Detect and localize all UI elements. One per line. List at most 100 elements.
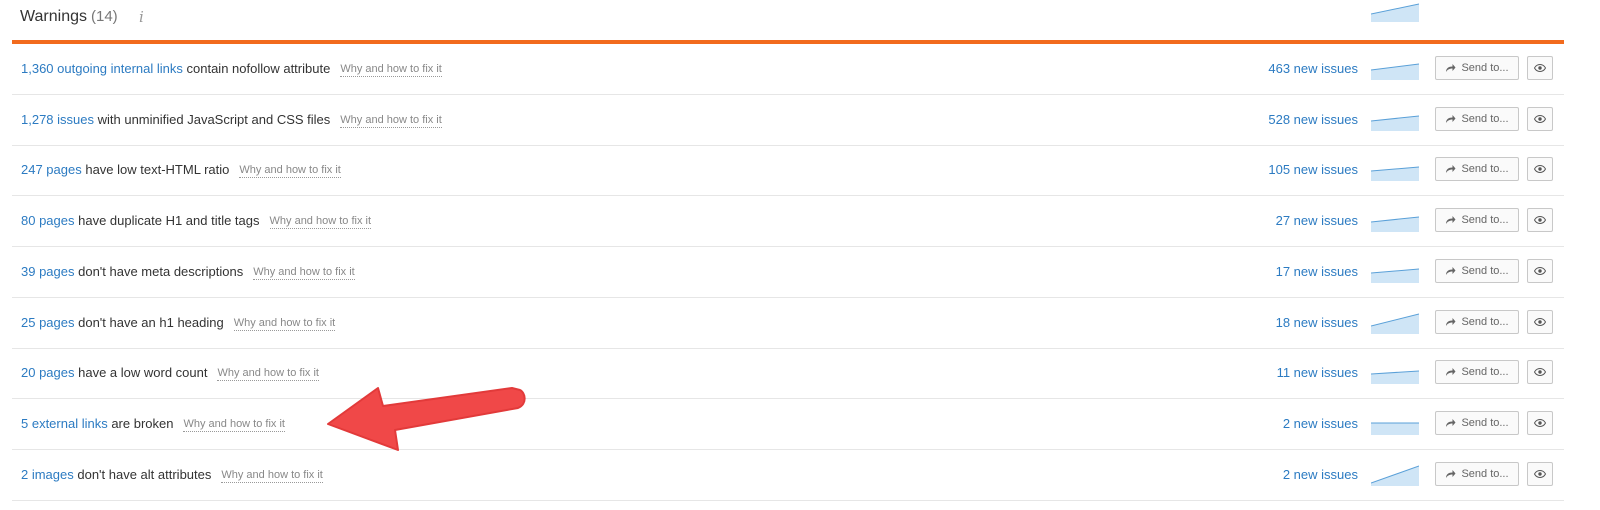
why-and-how-link[interactable]: Why and how to fix it (253, 266, 355, 280)
warning-description: 1,360 outgoing internal links contain no… (21, 44, 442, 94)
trend-sparkline (1371, 216, 1419, 233)
warning-row: 247 pages have low text-HTML ratio Why an… (12, 145, 1564, 197)
share-arrow-icon (1446, 266, 1456, 275)
why-and-how-link[interactable]: Why and how to fix it (340, 63, 442, 77)
warning-text: don't have alt attributes (73, 466, 212, 482)
send-to-button[interactable]: Send to... (1435, 309, 1519, 334)
send-to-button[interactable]: Send to... (1435, 208, 1519, 233)
new-issues-link[interactable]: 18 new issues (1276, 298, 1358, 348)
warning-text: contain nofollow attribute (182, 61, 331, 76)
hide-toggle-button[interactable] (1527, 410, 1553, 435)
why-and-how-link[interactable]: Why and how to fix it (340, 114, 442, 128)
share-arrow-icon (1446, 418, 1456, 427)
trend-sparkline (1371, 166, 1419, 182)
info-icon[interactable]: i (139, 8, 144, 26)
why-and-how-link[interactable]: Why and how to fix it (239, 164, 341, 179)
warning-row: 1,278 issues with unminified JavaScript … (12, 95, 1564, 146)
share-arrow-icon (1446, 114, 1456, 123)
trend-sparkline (1371, 370, 1419, 385)
issue-count-link[interactable]: 5 external links (21, 416, 108, 431)
warning-description: 20 pages have a low word count Why and ho… (21, 348, 319, 398)
warning-description: 247 pages have low text-HTML ratio Why an… (21, 145, 341, 195)
warning-description: 80 pages have duplicate H1 and title tag… (21, 196, 372, 246)
hide-toggle-button[interactable] (1527, 106, 1553, 131)
issue-count-link[interactable]: 1,360 outgoing internal links (21, 61, 183, 76)
trend-sparkline (1371, 268, 1419, 283)
hide-toggle-button[interactable] (1527, 157, 1553, 182)
share-arrow-icon (1446, 165, 1456, 174)
warning-text: have duplicate H1 and title tags (74, 213, 260, 229)
share-arrow-icon (1446, 216, 1456, 225)
issue-count-link[interactable]: 25 pages (21, 315, 75, 330)
issue-count-link[interactable]: 247 pages (21, 162, 82, 177)
issue-count-link[interactable]: 80 pages (21, 213, 75, 228)
warning-text: are broken (107, 415, 174, 431)
warning-description: 25 pages don't have an h1 heading Why and… (21, 298, 336, 348)
issue-count-link[interactable]: 20 pages (21, 365, 75, 380)
why-and-how-link[interactable]: Why and how to fix it (269, 215, 372, 230)
send-to-button[interactable]: Send to... (1435, 258, 1519, 283)
new-issues-link[interactable]: 11 new issues (1277, 348, 1358, 398)
why-and-how-link[interactable]: Why and how to fix it (217, 367, 319, 382)
send-to-button[interactable]: Send to... (1435, 157, 1519, 182)
warning-description: 39 pages don't have meta descriptions Why… (21, 247, 355, 297)
eye-icon (1534, 266, 1546, 275)
share-arrow-icon (1446, 368, 1456, 377)
hide-toggle-button[interactable] (1527, 309, 1553, 334)
send-to-label: Send to... (1461, 467, 1509, 480)
new-issues-link[interactable]: 528 new issues (1268, 95, 1358, 145)
warning-description: 2 images don't have alt attributes Why an… (21, 450, 323, 500)
eye-icon (1534, 114, 1546, 123)
send-to-label: Send to... (1461, 416, 1509, 429)
warning-row: 5 external links are broken Why and how t… (12, 399, 1564, 450)
send-to-label: Send to... (1461, 315, 1509, 328)
annotation-arrow (327, 387, 526, 451)
warning-row: 20 pages have a low word count Why and ho… (12, 348, 1564, 400)
trend-sparkline (1371, 313, 1419, 334)
share-arrow-icon (1446, 469, 1456, 478)
new-issues-link[interactable]: 27 new issues (1276, 196, 1358, 246)
warning-row: 39 pages don't have meta descriptions Why… (12, 247, 1564, 298)
hide-toggle-button[interactable] (1527, 360, 1553, 385)
issue-count-link[interactable]: 2 images (21, 467, 74, 482)
why-and-how-link[interactable]: Why and how to fix it (233, 317, 336, 331)
new-issues-link[interactable]: 463 new issues (1268, 44, 1358, 94)
send-to-button[interactable]: Send to... (1435, 410, 1519, 435)
header-trend-sparkline (1371, 3, 1419, 22)
send-to-button[interactable]: Send to... (1435, 106, 1519, 131)
hide-toggle-button[interactable] (1527, 258, 1553, 283)
eye-icon (1534, 418, 1546, 427)
warning-text: don't have meta descriptions (74, 263, 244, 279)
hide-toggle-button[interactable] (1527, 208, 1553, 233)
warning-row: 2 images don't have alt attributes Why an… (12, 450, 1564, 501)
eye-icon (1534, 165, 1546, 174)
hide-toggle-button[interactable] (1527, 461, 1553, 486)
why-and-how-link[interactable]: Why and how to fix it (221, 469, 323, 483)
send-to-button[interactable]: Send to... (1435, 461, 1519, 486)
section-title: Warnings (14) (20, 8, 118, 26)
new-issues-link[interactable]: 2 new issues (1283, 399, 1358, 449)
warning-text: don't have an h1 heading (74, 314, 224, 330)
share-arrow-icon (1446, 64, 1456, 72)
issue-count-link[interactable]: 1,278 issues (21, 112, 94, 127)
section-title-label: Warnings (20, 8, 87, 25)
send-to-label: Send to... (1461, 62, 1509, 74)
warning-text: have a low word count (74, 365, 208, 381)
new-issues-link[interactable]: 105 new issues (1268, 145, 1358, 195)
eye-icon (1534, 216, 1546, 225)
why-and-how-link[interactable]: Why and how to fix it (183, 418, 285, 432)
send-to-button[interactable]: Send to... (1435, 56, 1519, 80)
warning-row: 80 pages have duplicate H1 and title tag… (12, 196, 1564, 248)
trend-sparkline (1371, 63, 1419, 80)
new-issues-link[interactable]: 17 new issues (1276, 247, 1358, 297)
hide-toggle-button[interactable] (1527, 56, 1553, 80)
warnings-header: Warnings (14) i (12, 0, 1564, 44)
send-to-button[interactable]: Send to... (1435, 360, 1519, 385)
new-issues-link[interactable]: 2 new issues (1283, 450, 1358, 500)
eye-icon (1534, 317, 1546, 326)
trend-sparkline (1371, 115, 1419, 131)
eye-icon (1534, 368, 1546, 377)
eye-icon (1534, 469, 1546, 478)
issue-count-link[interactable]: 39 pages (21, 264, 75, 279)
warning-text: have low text-HTML ratio (81, 162, 230, 178)
